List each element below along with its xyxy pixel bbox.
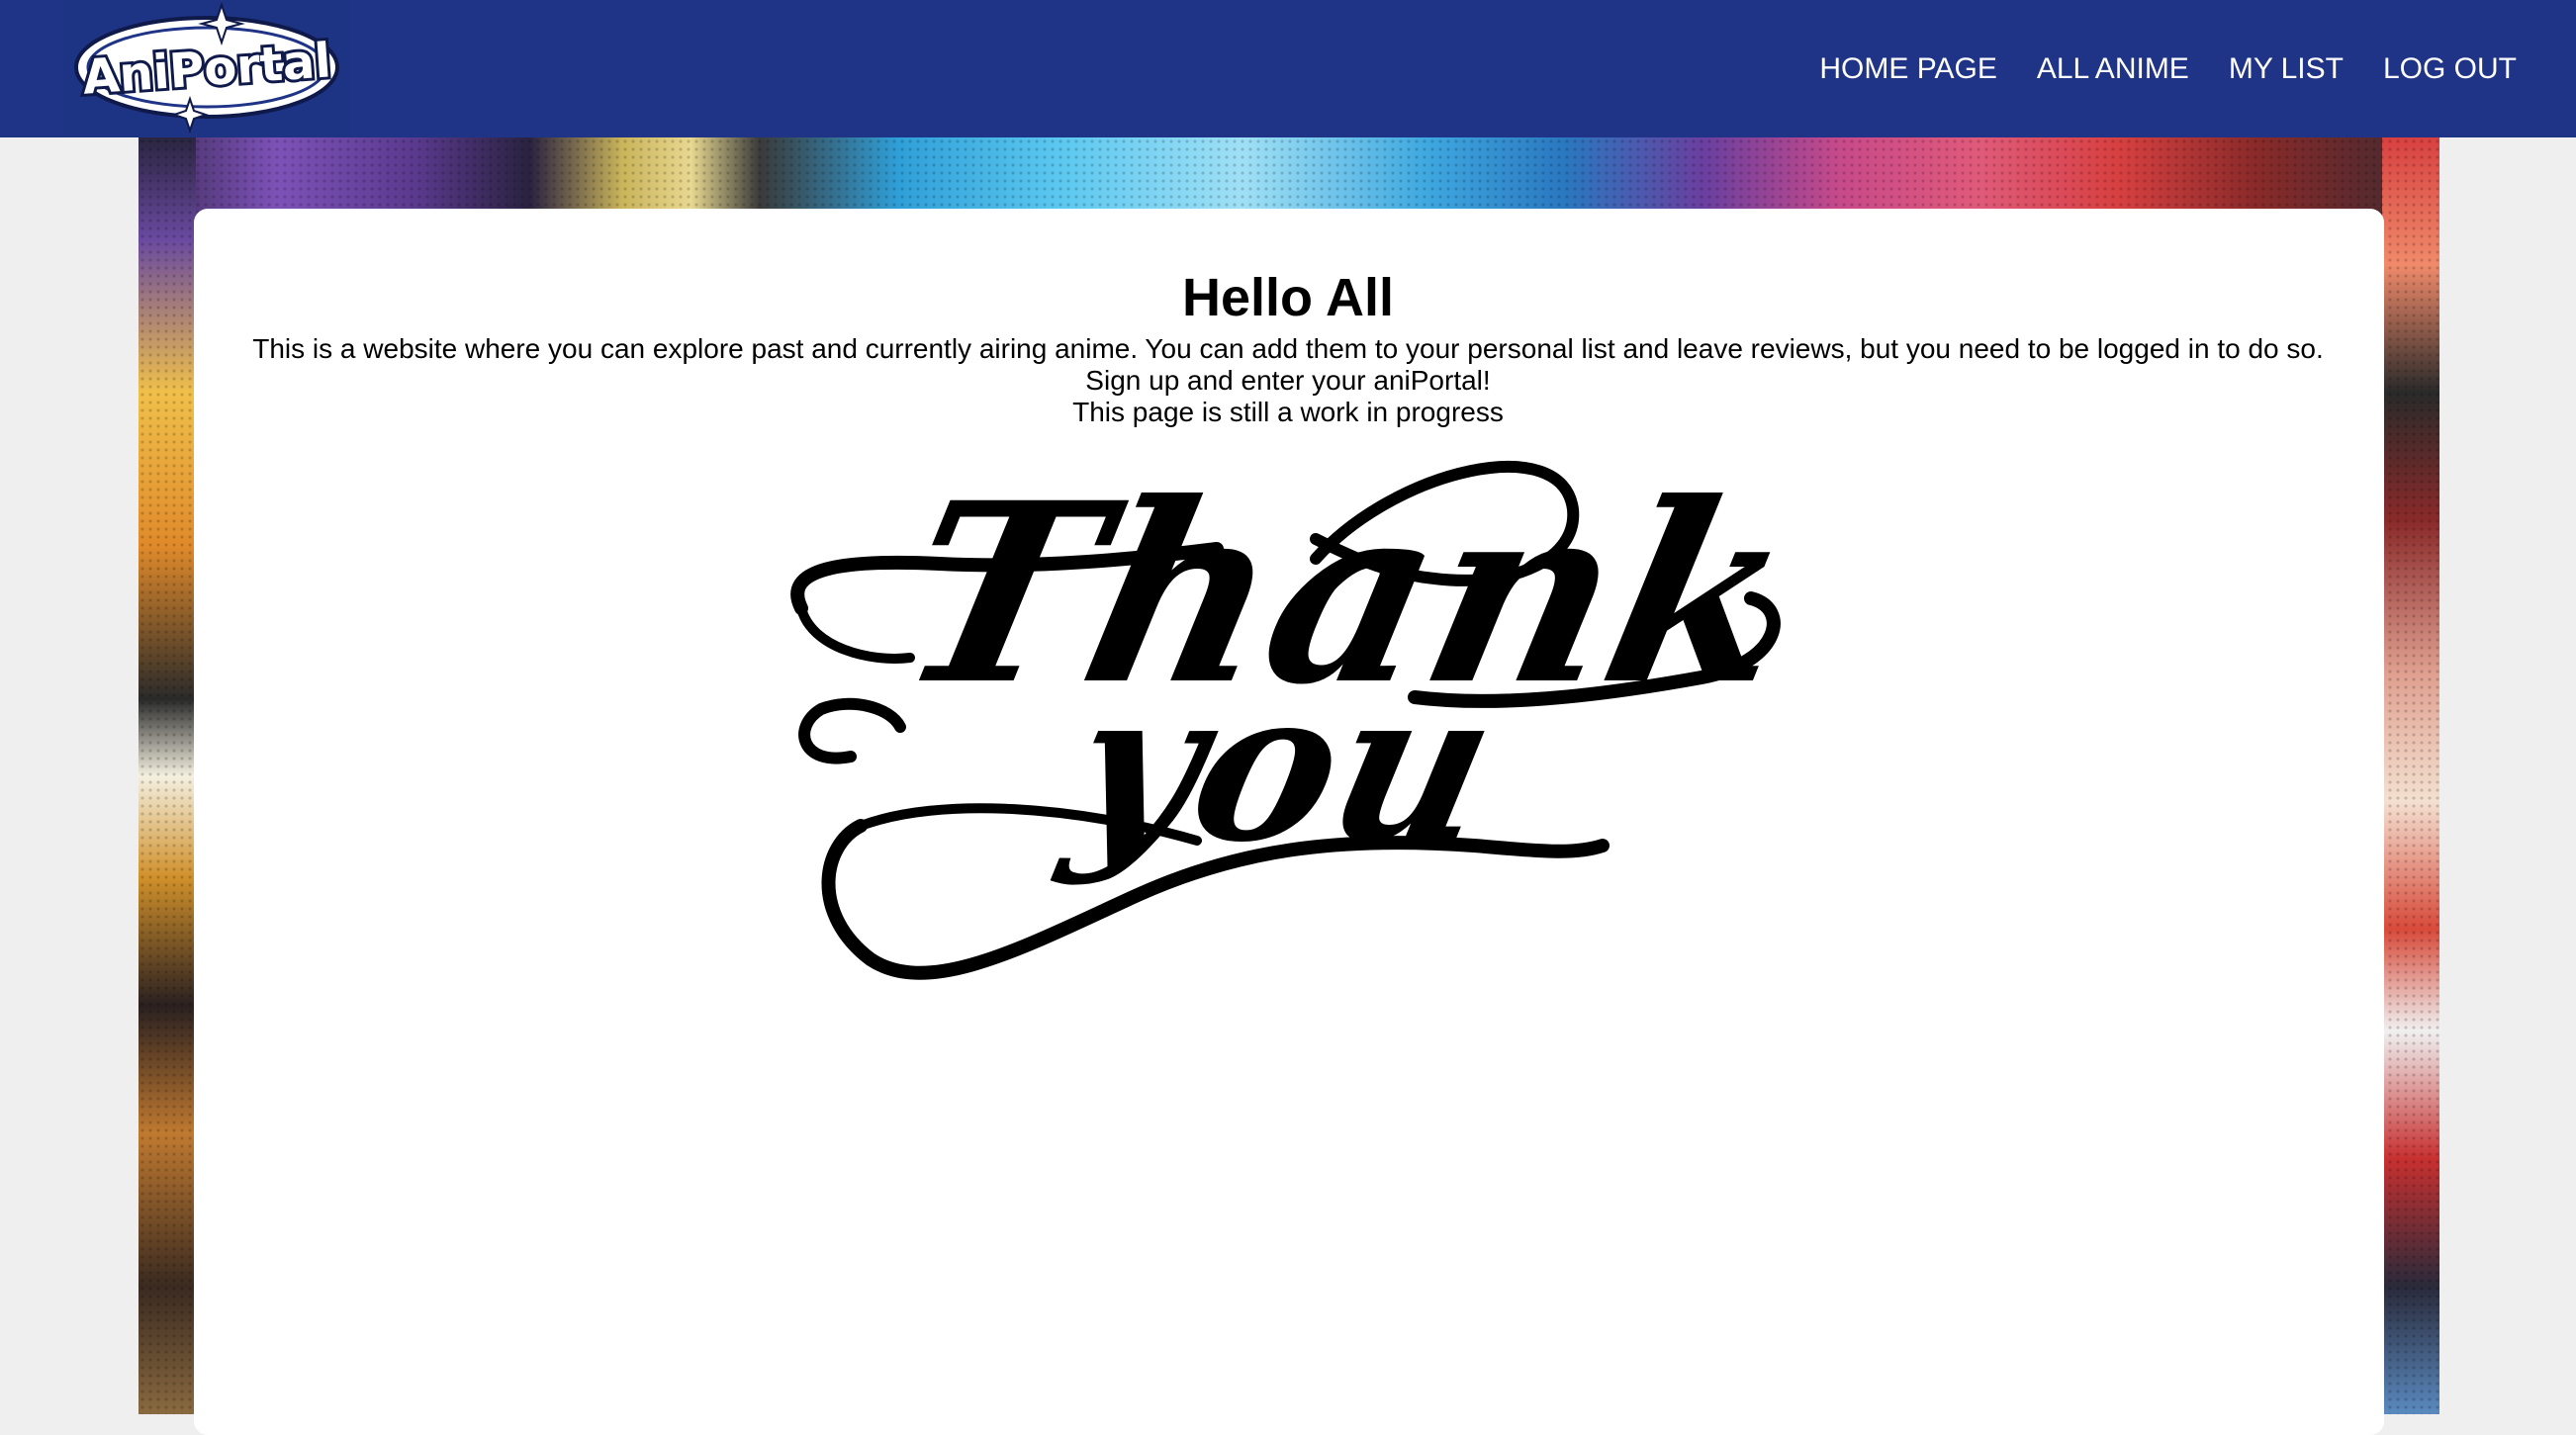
- thank-you-image: Thank you: [782, 448, 1816, 984]
- nav-my-list[interactable]: MY LIST: [2229, 52, 2344, 86]
- signup-line: Sign up and enter your aniPortal!: [1085, 365, 1491, 396]
- aniportal-logo[interactable]: AniPortal: [63, 0, 350, 137]
- nav-all-anime[interactable]: ALL ANIME: [2037, 52, 2189, 86]
- intro-line: This is a website where you can explore …: [252, 333, 2324, 364]
- nav-home-page[interactable]: HOME PAGE: [1819, 52, 1996, 86]
- wip-line: This page is still a work in progress: [1072, 397, 1504, 427]
- logo-text: AniPortal: [78, 30, 336, 108]
- nav-links: HOME PAGE ALL ANIME MY LIST LOG OUT: [1819, 0, 2517, 137]
- top-navbar: AniPortal HOME PAGE ALL ANIME MY LIST LO…: [0, 0, 2576, 137]
- nav-log-out[interactable]: LOG OUT: [2383, 52, 2517, 86]
- page-heading: Hello All: [1181, 268, 1395, 327]
- you-word: you: [1052, 644, 1516, 888]
